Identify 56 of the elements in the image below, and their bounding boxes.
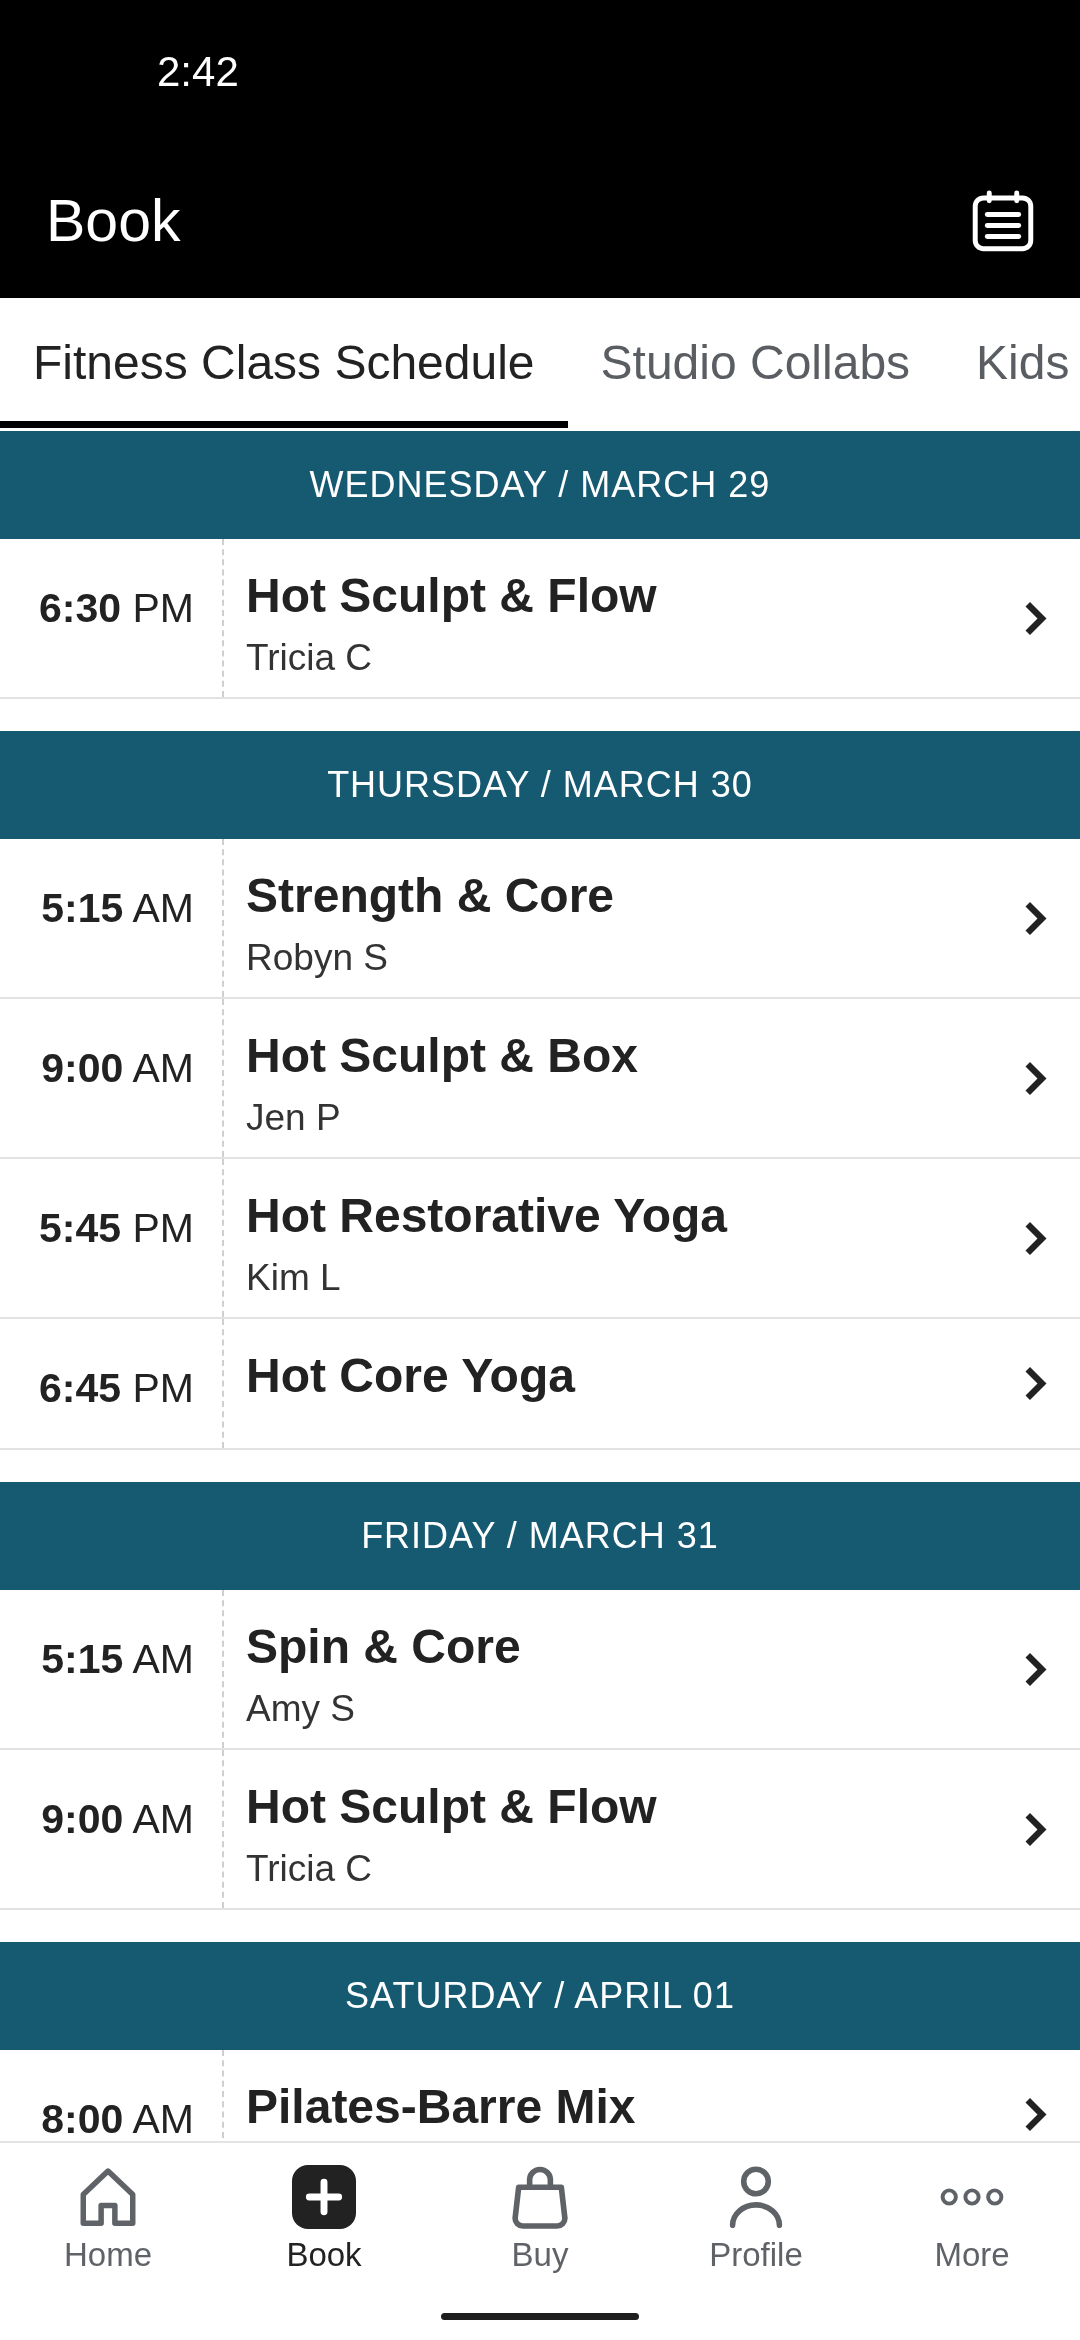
instructor-name: Robyn S: [246, 936, 388, 980]
plus-square-icon: [292, 2165, 356, 2229]
nav-button[interactable]: Book: [216, 2143, 432, 2275]
chevron-icon: [1025, 1061, 1047, 1095]
class-title: Spin & Core: [246, 1619, 521, 1675]
instructor-name: Amy S: [246, 1687, 355, 1731]
class-row[interactable]: 9:00 AM Hot Sculpt & Flow Tricia C: [0, 1750, 1080, 1910]
class-title: Hot Sculpt & Flow: [246, 568, 657, 624]
nav-button[interactable]: Buy: [432, 2143, 648, 2275]
tab[interactable]: Studio Collabs: [567, 298, 944, 428]
chevron-icon: [1025, 601, 1047, 635]
header-title: Book: [46, 187, 181, 256]
class-row[interactable]: 6:30 PM Hot Sculpt & Flow Tricia C: [0, 539, 1080, 699]
shopping-bag-icon: [510, 2165, 570, 2229]
chevron-icon: [1025, 1221, 1047, 1255]
nav-button[interactable]: Home: [0, 2143, 216, 2275]
chevron-icon: [1025, 1652, 1047, 1686]
status-time: 2:42: [157, 47, 239, 97]
person-icon: [727, 2166, 785, 2228]
chevron-icon: [1025, 1812, 1047, 1846]
instructor-name: Jen P: [246, 1096, 341, 1140]
home-icon: [80, 2168, 136, 2226]
class-time: 5:15 AM: [41, 1638, 194, 1680]
date-header: SATURDAY / APRIL 01: [0, 1942, 1080, 2050]
class-row[interactable]: 5:15 AM Spin & Core Amy S: [0, 1590, 1080, 1750]
class-time: 9:00 AM: [41, 1047, 194, 1089]
class-title: Hot Sculpt & Box: [246, 1028, 638, 1084]
class-row[interactable]: 5:15 AM Strength & Core Robyn S: [0, 839, 1080, 999]
nav-button[interactable]: Profile: [648, 2143, 864, 2275]
tab[interactable]: Kids: [943, 298, 1080, 428]
more-icon: [940, 2188, 1004, 2206]
class-time: 5:45 PM: [39, 1207, 194, 1249]
chevron-icon: [1025, 1367, 1047, 1400]
class-title: Hot Sculpt & Flow: [246, 1779, 657, 1835]
instructor-name: Tricia C: [246, 636, 373, 680]
chevron-icon: [1025, 2098, 1047, 2131]
calendar-icon[interactable]: [970, 188, 1036, 254]
class-time: 6:30 PM: [39, 587, 194, 629]
class-title: Hot Core Yoga: [246, 1348, 575, 1404]
chevron-icon: [1025, 901, 1047, 935]
date-header: THURSDAY / MARCH 30: [0, 731, 1080, 839]
nav-button[interactable]: More: [864, 2143, 1080, 2275]
class-title: Pilates-Barre Mix: [246, 2079, 636, 2135]
class-time: 8:00 AM: [41, 2098, 194, 2140]
class-time: 9:00 AM: [41, 1798, 194, 1840]
class-row[interactable]: 9:00 AM Hot Sculpt & Box Jen P: [0, 999, 1080, 1159]
date-header: WEDNESDAY / MARCH 29: [0, 431, 1080, 539]
class-title: Hot Restorative Yoga: [246, 1188, 727, 1244]
instructor-name: Kim L: [246, 1256, 341, 1300]
class-row[interactable]: 6:45 PM Hot Core Yoga: [0, 1319, 1080, 1450]
instructor-name: Tricia C: [246, 1847, 373, 1891]
class-time: 6:45 PM: [39, 1367, 194, 1409]
class-row[interactable]: 5:45 PM Hot Restorative Yoga Kim L: [0, 1159, 1080, 1319]
date-header: FRIDAY / MARCH 31: [0, 1482, 1080, 1590]
class-time: 5:15 AM: [41, 887, 194, 929]
class-title: Strength & Core: [246, 868, 614, 924]
